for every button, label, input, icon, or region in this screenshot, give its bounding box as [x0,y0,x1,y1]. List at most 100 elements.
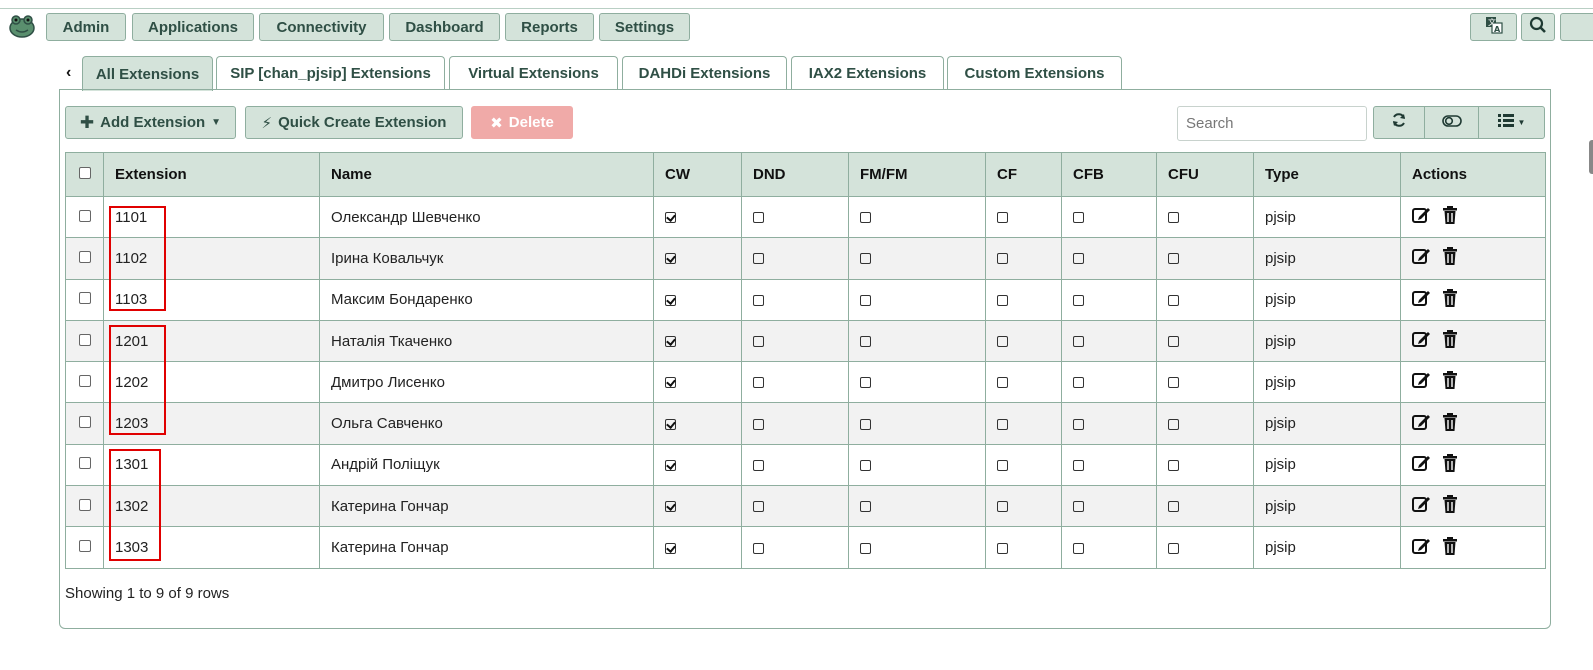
fmfm-checkbox[interactable] [860,418,871,430]
edit-icon[interactable] [1412,330,1432,352]
dnd-checkbox[interactable] [753,542,764,554]
row-select-checkbox[interactable] [78,250,91,263]
edit-icon[interactable] [1412,247,1432,269]
column-header-cf[interactable]: CF [985,152,1062,197]
column-header-extension[interactable]: Extension [103,152,320,197]
dnd-checkbox[interactable] [753,294,764,306]
tab-all-extensions[interactable]: All Extensions [82,56,213,91]
cfb-checkbox[interactable] [1073,501,1084,513]
cw-checkbox[interactable] [665,212,676,224]
edit-icon[interactable] [1412,206,1432,228]
tab-dahdi-extensions[interactable]: DAHDi Extensions [622,56,787,90]
dnd-checkbox[interactable] [753,459,764,471]
nav-dashboard[interactable]: Dashboard [389,13,500,41]
cfb-checkbox[interactable] [1073,212,1084,224]
quick-create-extension-button[interactable]: ⚡︎ Quick Create Extension [245,106,463,139]
column-header-cfu[interactable]: CFU [1156,152,1254,197]
column-header-cfb[interactable]: CFB [1061,152,1157,197]
freepbx-logo-icon[interactable] [8,13,36,39]
cf-checkbox[interactable] [997,501,1008,513]
delete-button[interactable]: ✖ Delete [471,106,573,139]
cfb-checkbox[interactable] [1073,459,1084,471]
dnd-checkbox[interactable] [753,501,764,513]
edit-icon[interactable] [1412,537,1432,559]
cfu-checkbox[interactable] [1168,294,1179,306]
add-extension-button[interactable]: ✚ Add Extension ▼ [65,106,236,139]
cfu-checkbox[interactable] [1168,377,1179,389]
cf-checkbox[interactable] [997,459,1008,471]
edit-icon[interactable] [1412,495,1432,517]
cw-checkbox[interactable] [665,336,676,348]
cfu-checkbox[interactable] [1168,418,1179,430]
cfu-checkbox[interactable] [1168,336,1179,348]
tab-iax2-extensions[interactable]: IAX2 Extensions [791,56,944,90]
cf-checkbox[interactable] [997,336,1008,348]
cfu-checkbox[interactable] [1168,501,1179,513]
dnd-checkbox[interactable] [753,377,764,389]
edit-icon[interactable] [1412,289,1432,311]
fmfm-checkbox[interactable] [860,459,871,471]
column-header-fmfm[interactable]: FM/FM [848,152,986,197]
side-drawer-handle[interactable] [1589,140,1593,174]
cw-checkbox[interactable] [665,294,676,306]
cfb-checkbox[interactable] [1073,253,1084,265]
column-header-dnd[interactable]: DND [741,152,849,197]
cfb-checkbox[interactable] [1073,336,1084,348]
cf-checkbox[interactable] [997,294,1008,306]
tab-sip-extensions[interactable]: SIP [chan_pjsip] Extensions [216,56,445,90]
row-select-checkbox[interactable] [78,209,91,222]
fmfm-checkbox[interactable] [860,542,871,554]
row-select-checkbox[interactable] [78,498,91,511]
dnd-checkbox[interactable] [753,253,764,265]
cfb-checkbox[interactable] [1073,294,1084,306]
search-button[interactable] [1521,13,1555,41]
fmfm-checkbox[interactable] [860,501,871,513]
trash-icon[interactable] [1442,495,1458,517]
dnd-checkbox[interactable] [753,418,764,430]
fmfm-checkbox[interactable] [860,336,871,348]
cw-checkbox[interactable] [665,377,676,389]
cf-checkbox[interactable] [997,418,1008,430]
row-select-checkbox[interactable] [78,416,91,429]
column-header-type[interactable]: Type [1253,152,1401,197]
cw-checkbox[interactable] [665,459,676,471]
cfu-checkbox[interactable] [1168,212,1179,224]
cfu-checkbox[interactable] [1168,459,1179,471]
trash-icon[interactable] [1442,288,1458,311]
edit-icon[interactable] [1412,413,1432,435]
nav-admin[interactable]: Admin [46,13,126,41]
cf-checkbox[interactable] [997,253,1008,265]
select-all-checkbox[interactable] [78,167,91,179]
cfb-checkbox[interactable] [1073,542,1084,554]
trash-icon[interactable] [1442,412,1458,435]
column-header-cw[interactable]: CW [653,152,742,197]
user-menu-button[interactable] [1560,13,1593,41]
fmfm-checkbox[interactable] [860,294,871,306]
edit-icon[interactable] [1412,371,1432,393]
trash-icon[interactable] [1442,206,1458,228]
dnd-checkbox[interactable] [753,336,764,348]
cw-checkbox[interactable] [665,542,676,554]
row-select-checkbox[interactable] [78,292,91,305]
cfb-checkbox[interactable] [1073,377,1084,389]
columns-button[interactable]: ▼ [1478,106,1545,139]
row-select-checkbox[interactable] [78,457,91,470]
trash-icon[interactable] [1442,453,1458,476]
cw-checkbox[interactable] [665,501,676,513]
trash-icon[interactable] [1442,371,1458,393]
nav-reports[interactable]: Reports [505,13,594,41]
fmfm-checkbox[interactable] [860,212,871,224]
cfu-checkbox[interactable] [1168,253,1179,265]
tab-virtual-extensions[interactable]: Virtual Extensions [449,56,618,90]
nav-connectivity[interactable]: Connectivity [259,13,384,41]
refresh-button[interactable] [1373,106,1425,139]
cfb-checkbox[interactable] [1073,418,1084,430]
nav-applications[interactable]: Applications [132,13,254,41]
nav-settings[interactable]: Settings [599,13,690,41]
cf-checkbox[interactable] [997,212,1008,224]
cfu-checkbox[interactable] [1168,542,1179,554]
edit-icon[interactable] [1412,454,1432,476]
tabs-scroll-left-icon[interactable]: ‹ [66,64,71,82]
column-header-name[interactable]: Name [319,152,654,197]
dnd-checkbox[interactable] [753,212,764,224]
